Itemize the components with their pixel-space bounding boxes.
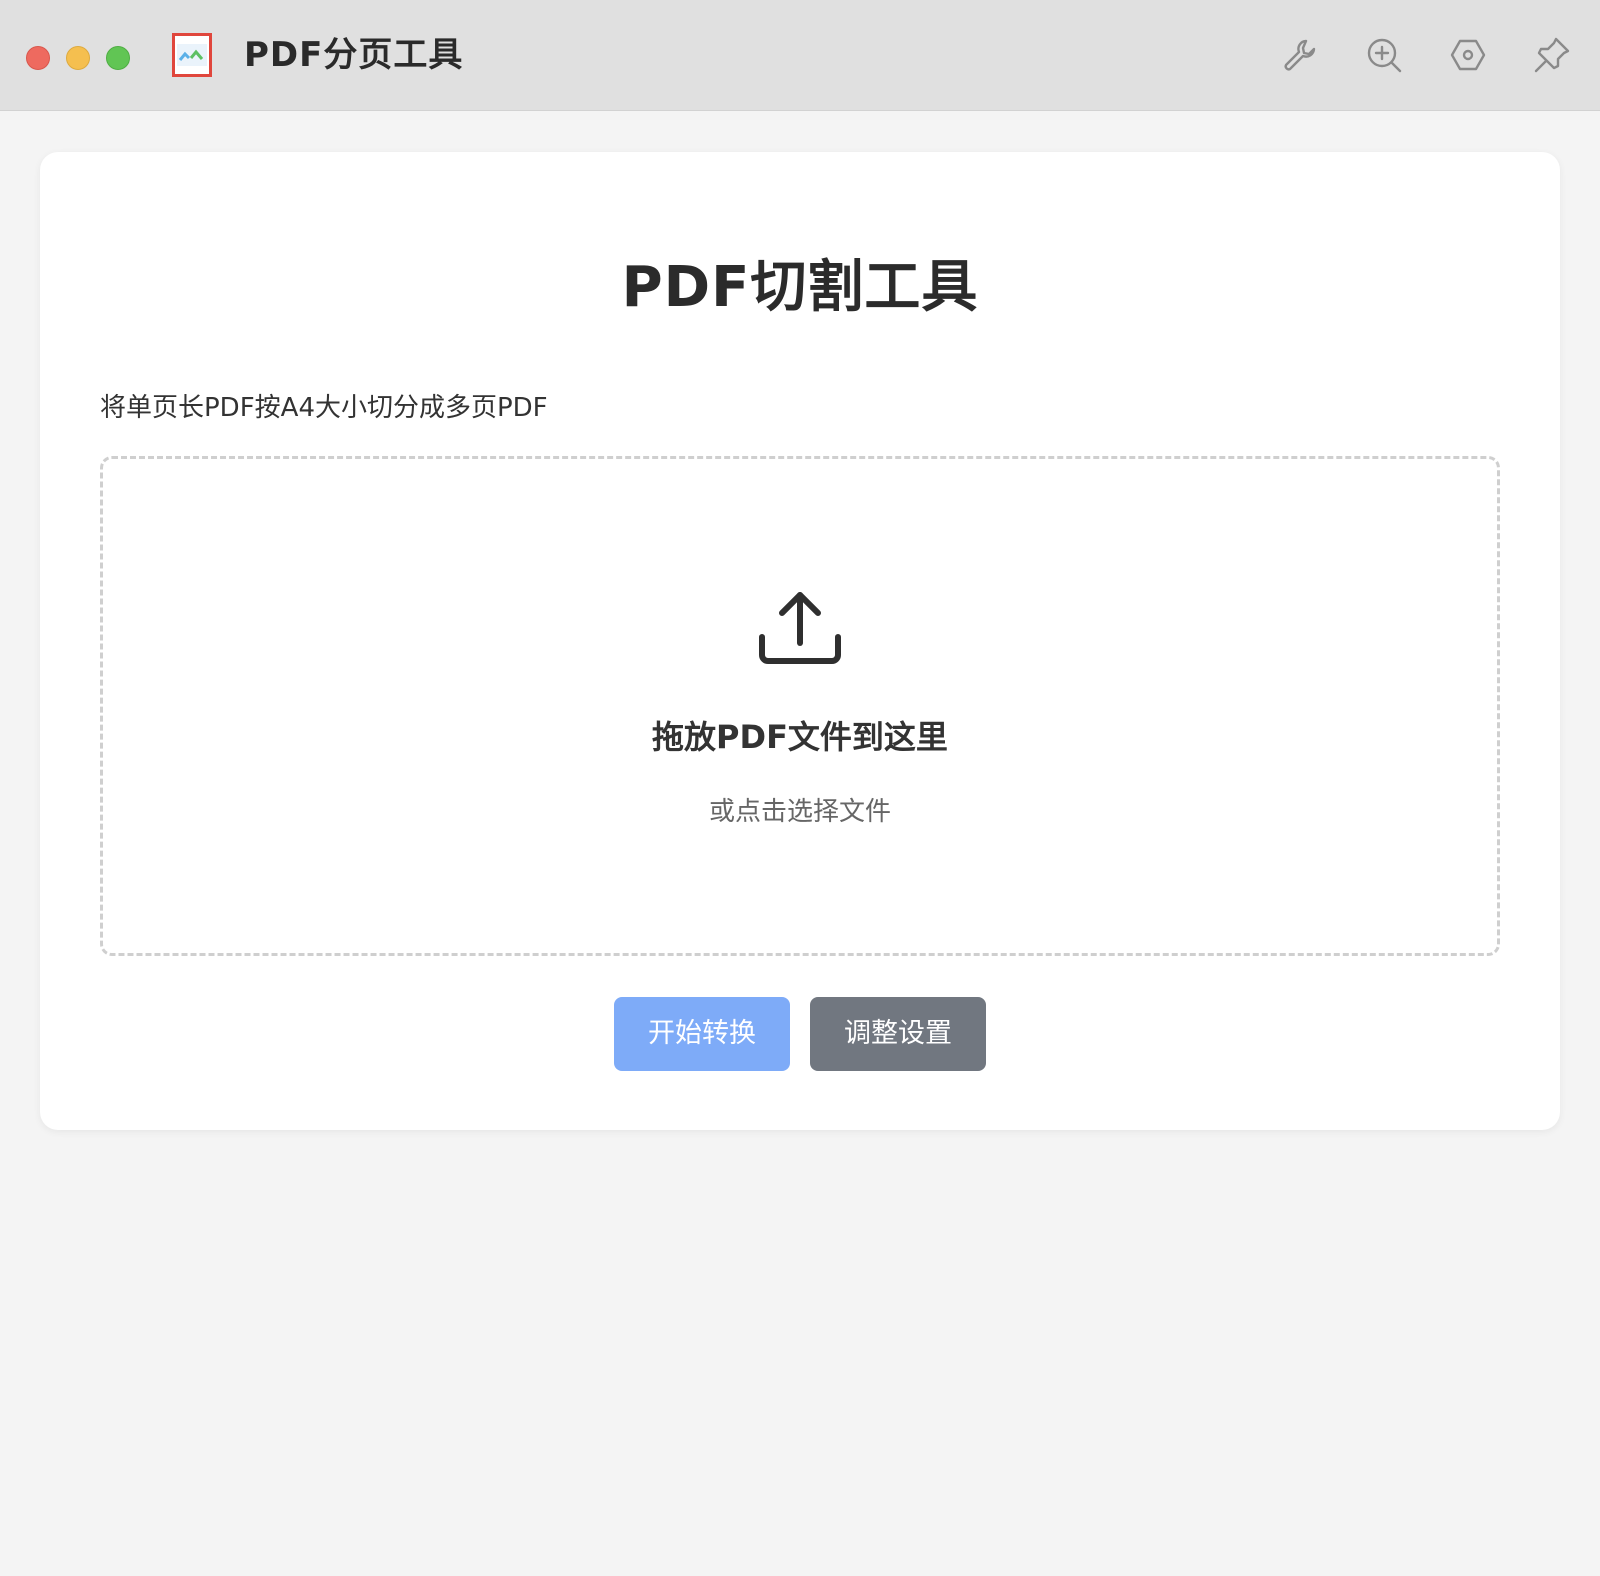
upload-icon xyxy=(756,585,844,673)
settings-hexagon-icon[interactable] xyxy=(1448,35,1488,75)
close-window-button[interactable] xyxy=(26,46,50,70)
title-bar: PDF分页工具 xyxy=(0,0,1600,111)
page-title: PDF切割工具 xyxy=(621,255,979,320)
file-dropzone[interactable] xyxy=(100,456,1500,956)
window-title: PDF分页工具 xyxy=(244,35,464,75)
description-text: 将单页长PDF按A4大小切分成多页PDF xyxy=(100,393,548,423)
start-convert-button[interactable]: 开始转换 xyxy=(614,997,790,1071)
wrench-icon[interactable] xyxy=(1280,35,1320,75)
zoom-in-icon[interactable] xyxy=(1364,35,1404,75)
maximize-window-button[interactable] xyxy=(106,46,130,70)
app-logo-icon xyxy=(172,33,212,77)
adjust-settings-button[interactable]: 调整设置 xyxy=(810,997,986,1071)
dropzone-title: 拖放PDF文件到这里 xyxy=(652,718,948,756)
app-window: PDF分页工具 PDF切割工具 将单页长PDF按A4大小切分成多页PDF 拖放P… xyxy=(0,0,1600,1576)
dropzone-subtitle[interactable]: 或点击选择文件 xyxy=(0,792,1600,832)
minimize-window-button[interactable] xyxy=(66,46,90,70)
pin-icon[interactable] xyxy=(1532,35,1572,75)
